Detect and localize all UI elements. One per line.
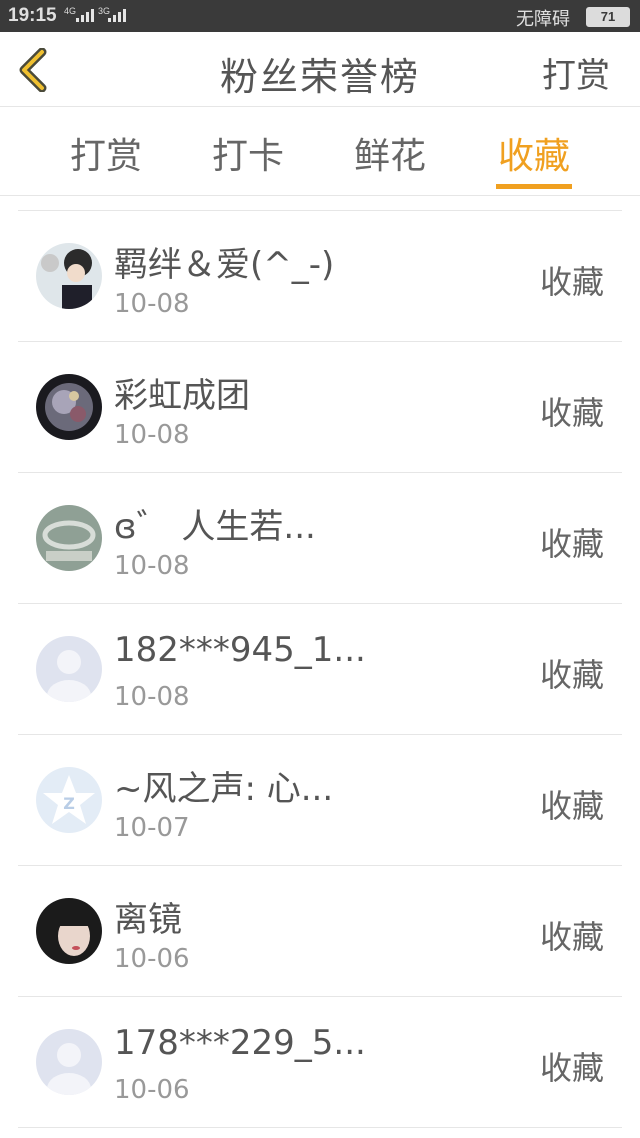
- svg-text:Z: Z: [63, 794, 75, 813]
- avatar: [36, 505, 102, 571]
- tab-checkin[interactable]: 打卡: [198, 127, 298, 179]
- fan-name: 彩虹成团: [114, 376, 250, 416]
- qq-star-avatar: Z: [36, 767, 102, 833]
- fan-action-label: 收藏: [539, 263, 604, 301]
- fan-date: 10-06: [114, 944, 190, 974]
- default-user-avatar: [36, 636, 102, 702]
- list-item[interactable]: 178***229_5... 10-06 收藏: [18, 997, 622, 1128]
- fan-action-label: 收藏: [539, 918, 604, 956]
- fan-date: 10-08: [114, 420, 190, 450]
- list-item[interactable]: 彩虹成团 10-08 收藏: [18, 342, 622, 473]
- avatar: [36, 374, 102, 440]
- fan-action-label: 收藏: [539, 394, 604, 432]
- default-user-avatar: [36, 1029, 102, 1095]
- fan-name: ɞ゛ 人生若...: [114, 507, 316, 547]
- list-item[interactable]: 182***945_1... 10-08 收藏: [18, 604, 622, 735]
- fan-list: 羁绊＆爱(^_-) 10-08 收藏 彩虹成团 10-08 收藏 ɞ゛ 人生若.…: [18, 210, 622, 1128]
- tab-flowers[interactable]: 鲜花: [340, 127, 440, 179]
- accessibility-indicator: 无障碍: [516, 9, 570, 29]
- fan-name: 羁绊＆爱(^_-): [114, 245, 335, 285]
- list-item[interactable]: ɞ゛ 人生若... 10-08 收藏: [18, 473, 622, 604]
- fan-date: 10-07: [114, 813, 190, 843]
- avatar: [36, 898, 102, 964]
- status-time: 19:15: [8, 5, 57, 26]
- signal-icon: [76, 9, 94, 22]
- fan-action-label: 收藏: [539, 1049, 604, 1087]
- fan-date: 10-08: [114, 551, 190, 581]
- list-item[interactable]: 离镜 10-06 收藏: [18, 866, 622, 997]
- status-bar: 19:15 4G 3G 无障碍 71: [0, 0, 640, 32]
- active-tab-indicator: [496, 184, 572, 189]
- fan-date: 10-08: [114, 682, 190, 712]
- header: 粉丝荣誉榜 打赏: [0, 32, 640, 107]
- battery-icon: 71: [586, 7, 630, 27]
- fan-date: 10-06: [114, 1075, 190, 1105]
- avatar: [36, 243, 102, 309]
- fan-name: 182***945_1...: [114, 630, 366, 670]
- reward-button[interactable]: 打赏: [542, 48, 610, 97]
- fan-name: ~风之声: 心...: [114, 769, 334, 809]
- fan-action-label: 收藏: [539, 787, 604, 825]
- signal-icon: [108, 9, 126, 22]
- list-item[interactable]: Z ~风之声: 心... 10-07 收藏: [18, 735, 622, 866]
- fan-action-label: 收藏: [539, 525, 604, 563]
- tab-favorites[interactable]: 收藏: [484, 127, 584, 179]
- fan-name: 178***229_5...: [114, 1023, 366, 1063]
- fan-action-label: 收藏: [539, 656, 604, 694]
- list-item[interactable]: 羁绊＆爱(^_-) 10-08 收藏: [18, 211, 622, 342]
- tab-bar: 打赏 打卡 鲜花 收藏: [0, 107, 640, 196]
- fan-name: 离镜: [114, 900, 182, 940]
- network-label-1: 4G: [64, 6, 77, 16]
- tab-reward[interactable]: 打赏: [56, 127, 156, 179]
- fan-date: 10-08: [114, 289, 190, 319]
